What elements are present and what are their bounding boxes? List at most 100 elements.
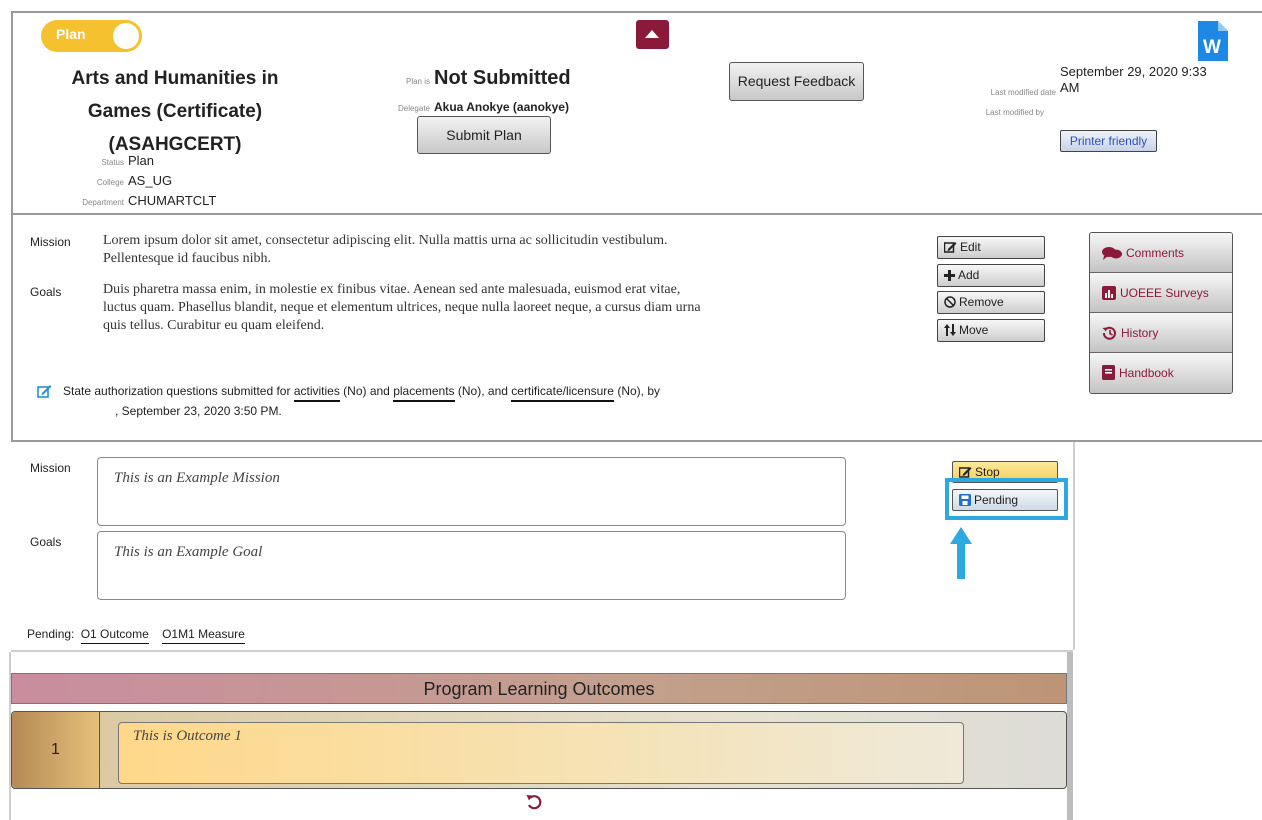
- remove-button[interactable]: Remove: [937, 291, 1045, 314]
- college-value: AS_UG: [128, 173, 173, 188]
- word-icon-letter: W: [1203, 37, 1221, 58]
- goals-textarea[interactable]: This is an Example Goal: [97, 531, 846, 600]
- state-authorization-text: State authorization questions submitted …: [63, 384, 660, 402]
- delegate-row: Delegate Akua Anokye (aanokye): [360, 98, 569, 116]
- plan-toggle[interactable]: Plan: [41, 20, 142, 52]
- caret-up-icon: [645, 30, 659, 38]
- collapse-button[interactable]: [636, 20, 669, 49]
- edit-button[interactable]: Edit: [937, 236, 1045, 259]
- comments-button[interactable]: Comments: [1090, 233, 1232, 273]
- last-modified-date-value: September 29, 2020 9:33 AM: [1060, 63, 1207, 97]
- plan-is-label: Plan is: [405, 77, 430, 86]
- editor-mission-label: Mission: [30, 461, 71, 475]
- editor-bottom-divider: [11, 650, 1073, 652]
- history-icon: [1102, 326, 1116, 340]
- outcomes-right-border: [1067, 652, 1073, 820]
- department-label: Department: [82, 198, 124, 207]
- top-border: [11, 11, 1262, 13]
- state-auth-date: , September 23, 2020 3:50 PM.: [115, 404, 282, 418]
- college-row: College AS_UG: [60, 172, 172, 190]
- plus-icon: [944, 270, 955, 281]
- summary-goals-line: luctus quam. Phasellus blandit, neque et…: [103, 300, 701, 315]
- summary-mission-line: Lorem ipsum dolor sit amet, consectetur …: [103, 233, 668, 248]
- edit-state-auth-icon[interactable]: [37, 384, 52, 398]
- summary-mission-text: Lorem ipsum dolor sit amet, consectetur …: [103, 232, 883, 268]
- status-value: Plan: [128, 153, 155, 168]
- stop-label: Stop: [975, 465, 1000, 479]
- pending-highlight-box: [945, 478, 1068, 520]
- mission-textarea[interactable]: This is an Example Mission: [97, 457, 846, 526]
- department-row: Department CHUMARTCLT: [60, 192, 216, 210]
- comments-label: Comments: [1126, 246, 1185, 260]
- left-border: [11, 11, 13, 441]
- activities-link[interactable]: activities: [293, 384, 340, 402]
- pending-links-label: Pending:: [27, 627, 75, 641]
- certificate-licensure-link[interactable]: certificate/licensure: [511, 384, 614, 402]
- plan-status-row: Plan is Not Submitted: [360, 67, 571, 90]
- last-modified-date-label: Last modified date: [990, 88, 1056, 97]
- pending-links-row: Pending: O1 Outcome O1M1 Measure: [27, 627, 245, 644]
- delegate-label: Delegate: [397, 104, 430, 113]
- last-modified-date-line: September 29, 2020 9:33: [1060, 64, 1207, 79]
- plan-status-value: Not Submitted: [434, 67, 571, 89]
- history-button[interactable]: History: [1090, 313, 1232, 353]
- move-label: Move: [959, 323, 989, 337]
- state-auth-text: (No), by: [613, 384, 660, 398]
- move-button[interactable]: Move: [937, 319, 1045, 342]
- program-title-line: Games (Certificate): [87, 101, 263, 122]
- word-export-icon[interactable]: W: [1198, 21, 1228, 61]
- summary-goals-text: Duis pharetra massa enim, in molestie ex…: [103, 281, 883, 335]
- arrow-up-icon: [950, 527, 972, 579]
- sort-arrows-icon: [944, 324, 956, 336]
- summary-mission-line: Pellentesque id faucibus nibh.: [103, 251, 271, 266]
- placements-link[interactable]: placements: [393, 384, 455, 402]
- add-button[interactable]: Add: [937, 264, 1045, 287]
- state-auth-text: (No), and: [454, 384, 512, 398]
- delegate-value: Akua Anokye (aanokye): [434, 100, 569, 114]
- status-label: Status: [101, 158, 124, 167]
- editor-goals-label: Goals: [30, 535, 62, 549]
- handbook-label: Handbook: [1119, 366, 1174, 380]
- printer-friendly-button[interactable]: Printer friendly: [1060, 130, 1157, 152]
- submit-plan-button[interactable]: Submit Plan: [417, 116, 551, 154]
- uoeee-surveys-button[interactable]: UOEEE Surveys: [1090, 273, 1232, 313]
- program-learning-outcomes-header: Program Learning Outcomes: [11, 673, 1067, 704]
- side-panel: Comments UOEEE Surveys History Handbook: [1089, 232, 1233, 394]
- status-row: Status Plan: [60, 152, 154, 170]
- summary-goals-line: Duis pharetra massa enim, in molestie ex…: [103, 282, 681, 297]
- add-label: Add: [958, 268, 980, 282]
- program-title: Arts and Humanities in Games (Certificat…: [40, 62, 310, 161]
- plan-toggle-label: Plan: [56, 26, 86, 42]
- department-value: CHUMARTCLT: [128, 193, 217, 208]
- last-modified-by-label: Last modified by: [985, 108, 1044, 117]
- outcome-number: 1: [12, 712, 100, 788]
- uoeee-surveys-label: UOEEE Surveys: [1120, 286, 1209, 300]
- edit-icon: [943, 242, 957, 253]
- edit-label: Edit: [960, 240, 981, 254]
- summary-goals-line: quis tellus. Curabitur eu quam eleifend.: [103, 318, 325, 333]
- handbook-button[interactable]: Handbook: [1090, 353, 1232, 393]
- toggle-knob: [113, 23, 139, 49]
- summary-goals-label: Goals: [30, 285, 62, 299]
- request-feedback-button[interactable]: Request Feedback: [729, 62, 864, 101]
- bar-chart-icon: [1102, 286, 1116, 300]
- state-auth-text: State authorization questions submitted …: [63, 384, 294, 398]
- undo-icon[interactable]: [525, 793, 543, 811]
- college-label: College: [96, 178, 124, 187]
- history-label: History: [1121, 326, 1159, 340]
- book-icon: [1102, 365, 1115, 380]
- outcome-textarea[interactable]: This is Outcome 1: [118, 722, 964, 784]
- state-auth-text: (No) and: [339, 384, 394, 398]
- editor-right-border: [1073, 442, 1075, 650]
- ban-icon: [944, 296, 956, 308]
- pending-measure-link[interactable]: O1M1 Measure: [162, 627, 245, 644]
- edit-icon: [958, 467, 972, 478]
- header-divider: [11, 213, 1262, 215]
- comments-icon: [1102, 247, 1122, 260]
- program-title-line: Arts and Humanities in: [71, 68, 279, 89]
- remove-label: Remove: [959, 295, 1004, 309]
- last-modified-date-line: AM: [1060, 80, 1080, 95]
- pending-outcome-link[interactable]: O1 Outcome: [80, 627, 149, 644]
- summary-mission-label: Mission: [30, 235, 71, 249]
- outcome-row: 1 This is Outcome 1: [11, 711, 1067, 789]
